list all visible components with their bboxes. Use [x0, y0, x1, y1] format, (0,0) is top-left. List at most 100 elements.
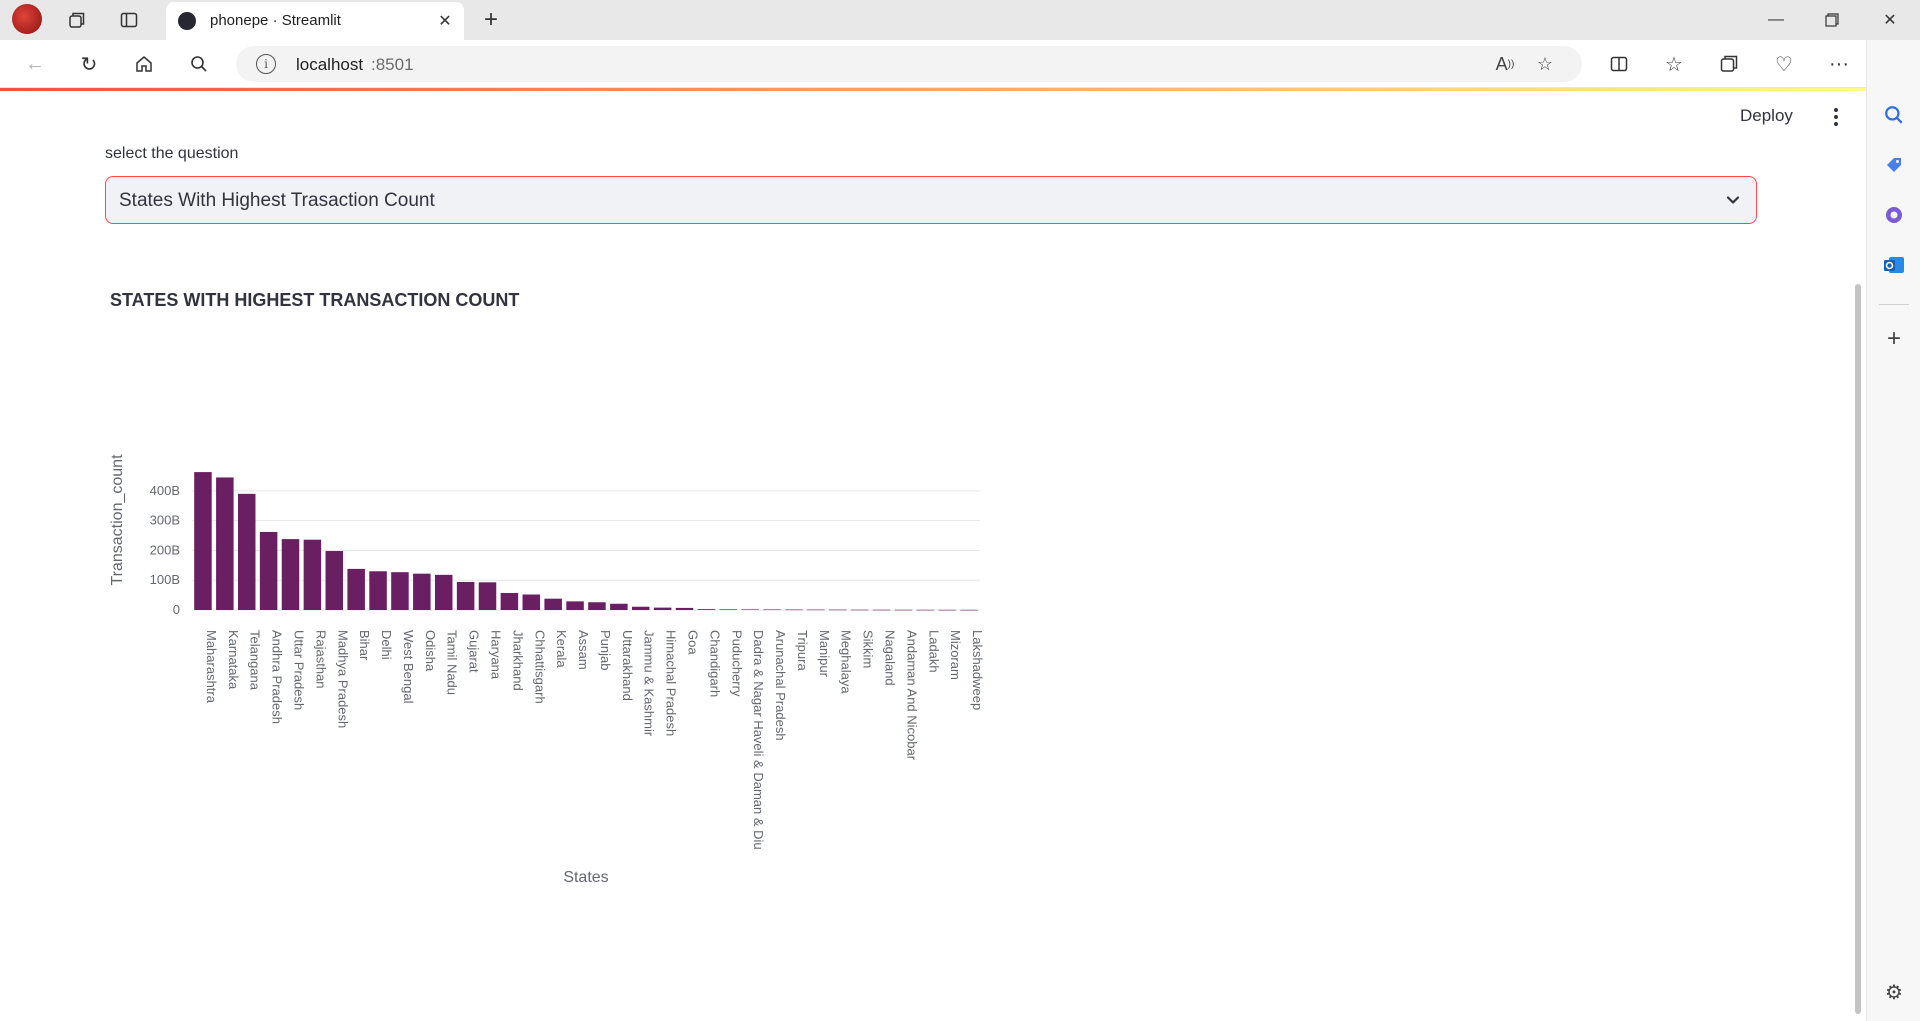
collections-icon[interactable] [1712, 48, 1746, 80]
tab-close-icon[interactable]: ✕ [434, 10, 456, 32]
x-tick-label: Uttar Pradesh [292, 630, 307, 710]
refresh-icon[interactable]: ↻ [72, 48, 106, 80]
x-tick-label: Arunachal Pradesh [773, 630, 788, 741]
back-icon[interactable]: ← [18, 48, 52, 80]
bar [544, 598, 562, 610]
x-tick-label: Assam [576, 630, 591, 670]
main-menu-icon[interactable] [1826, 104, 1846, 130]
question-select[interactable]: States With Highest Trasaction Count [105, 176, 1757, 224]
bar [763, 609, 781, 611]
scrollbar[interactable] [1855, 284, 1861, 1014]
bar [500, 593, 519, 610]
bar [588, 602, 606, 610]
bar [369, 571, 387, 610]
streamlit-favicon-icon [178, 12, 196, 30]
bar-chart: 0 100B 200B 300B 400B Maharashtra Karnataka Tel… [109, 454, 985, 886]
sidebar-add-icon[interactable]: + [1879, 324, 1909, 354]
chevron-down-icon[interactable] [1724, 191, 1742, 209]
bar [391, 572, 409, 610]
x-tick-label: Madhya Pradesh [335, 630, 350, 728]
bar [697, 609, 716, 610]
x-tick-label: Karnataka [226, 630, 241, 690]
read-aloud-icon[interactable]: A)) [1490, 50, 1520, 78]
x-tick-label: Maharashtra [204, 630, 219, 704]
new-tab-button[interactable]: + [476, 6, 506, 34]
x-tick-label: Sikkim [861, 630, 876, 668]
x-tick-label: West Bengal [401, 630, 416, 704]
x-tick-label: Kerala [554, 630, 569, 668]
sidebar-divider [1879, 304, 1909, 305]
x-tick-label: Mizoram [948, 630, 963, 680]
workspaces-icon[interactable] [62, 6, 92, 34]
bar [653, 607, 672, 610]
bar [194, 472, 212, 610]
bar [785, 609, 803, 611]
x-tick-label: Jharkhand [510, 630, 525, 691]
home-icon[interactable] [127, 48, 161, 80]
split-screen-icon[interactable] [1602, 48, 1636, 80]
bar [675, 607, 694, 610]
bar [259, 531, 278, 610]
vertical-tabs-icon[interactable] [114, 6, 144, 34]
bar [610, 603, 628, 610]
browser-titlebar: phonepe · Streamlit ✕ + — ✕ [0, 0, 1920, 40]
question-select-value: States With Highest Trasaction Count [119, 190, 435, 211]
x-tick-label: Meghalaya [839, 630, 854, 694]
bar [872, 609, 891, 611]
chart-title: STATES WITH HIGHEST TRANSACTION COUNT [110, 290, 520, 310]
address-bar[interactable]: i localhost :8501 A)) ☆ [236, 46, 1582, 82]
sidebar-settings-icon[interactable]: ⚙ [1879, 977, 1909, 1007]
bar [566, 601, 584, 610]
bar [894, 609, 913, 611]
close-window-button[interactable]: ✕ [1862, 0, 1918, 40]
bar [478, 582, 497, 610]
header-decoration [0, 88, 1866, 91]
x-tick-label: Delhi [379, 630, 394, 660]
bar [347, 568, 365, 610]
bar [413, 573, 431, 610]
bar [938, 609, 956, 611]
x-tick-label: Manipur [817, 630, 832, 678]
bar [434, 574, 453, 610]
profile-avatar[interactable] [12, 4, 42, 34]
x-tick-label: Lakshadweep [970, 630, 985, 710]
x-tick-label: Chhattisgarh [532, 630, 547, 704]
bar [741, 609, 759, 611]
x-tick-label: Punjab [598, 630, 613, 670]
deploy-button[interactable]: Deploy [1740, 106, 1793, 126]
x-tick-label: Rajasthan [313, 630, 328, 689]
x-tick-label: Ladakh [926, 630, 941, 673]
minimize-button[interactable]: — [1748, 0, 1804, 40]
x-tick-label: Dadra & Nagar Haveli & Daman & Diu [751, 630, 766, 850]
x-tick-label: Andaman And Nicobar [904, 630, 919, 761]
x-tick-label: Tripura [795, 630, 810, 671]
more-options-icon[interactable]: ··· [1822, 48, 1856, 80]
edge-sidebar: + ⚙ [1866, 40, 1920, 1021]
sidebar-outlook-icon[interactable] [1879, 250, 1909, 280]
x-tick-label: Goa [686, 630, 701, 655]
x-tick-label: Andhra Pradesh [270, 630, 285, 724]
sidebar-m365-icon[interactable] [1879, 200, 1909, 230]
bar [719, 609, 738, 610]
y-tick-label: 300B [150, 513, 180, 528]
bar [807, 609, 825, 611]
site-info-icon[interactable]: i [256, 54, 276, 74]
restore-button[interactable] [1804, 0, 1860, 40]
browser-essentials-icon[interactable]: ♡ [1767, 48, 1801, 80]
favorites-icon[interactable]: ☆ [1657, 48, 1691, 80]
bar [631, 606, 650, 610]
bar [828, 609, 847, 611]
x-tick-label: Puducherry [729, 630, 744, 697]
bar [916, 609, 935, 611]
y-axis-title: Transaction_count [109, 454, 126, 586]
sidebar-shopping-icon[interactable] [1879, 150, 1909, 180]
select-label: select the question [105, 145, 239, 162]
bar [456, 582, 475, 610]
sidebar-search-icon[interactable] [1879, 100, 1909, 130]
favorite-star-icon[interactable]: ☆ [1530, 50, 1560, 78]
x-tick-label: Odisha [423, 630, 438, 672]
bar [522, 594, 541, 610]
search-icon[interactable] [182, 48, 216, 80]
tab-active[interactable]: phonepe · Streamlit ✕ [166, 2, 464, 40]
x-tick-label: Himachal Pradesh [664, 630, 679, 736]
